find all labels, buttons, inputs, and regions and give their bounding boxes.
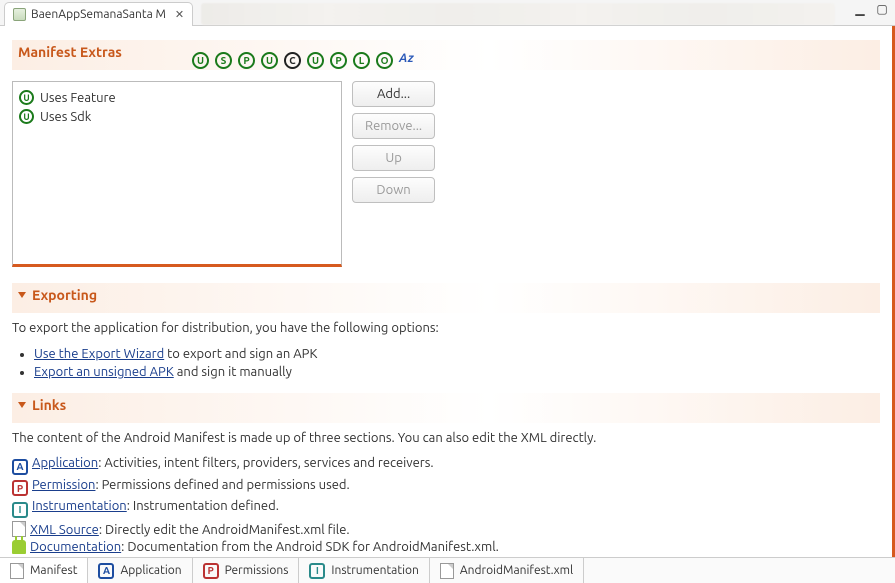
manifest-file-icon — [13, 8, 26, 21]
section-link[interactable]: Instrumentation — [32, 499, 127, 513]
bottom-tab[interactable]: Manifest — [0, 558, 88, 583]
close-tab-icon[interactable]: ✕ — [175, 8, 184, 21]
editor-window: BaenAppSemanaSanta M ✕ ▁ ▢ Manifest Extr… — [0, 0, 895, 583]
manifest-extras-body: U Uses Feature U Uses Sdk Add... Remove... … — [12, 81, 880, 267]
manifest-extras-buttons: Add... Remove... Up Down — [352, 81, 435, 203]
section-title: Manifest Extras — [18, 44, 122, 60]
toolbar-letter-icon[interactable]: P — [238, 52, 255, 69]
maximize-button[interactable]: ▢ — [875, 3, 889, 15]
section-link[interactable]: XML Source — [30, 523, 99, 537]
bottom-tab[interactable]: P Permissions — [193, 558, 300, 583]
exporting-header[interactable]: Exporting — [12, 283, 880, 313]
list-item[interactable]: U Uses Sdk — [19, 107, 335, 126]
section-link[interactable]: Documentation — [30, 540, 121, 554]
section-desc: : Activities, intent filters, providers,… — [98, 456, 433, 470]
manifest-extras-toolbar: USPUCUPLOAz — [192, 52, 880, 69]
links-header[interactable]: Links — [12, 393, 880, 423]
export-option-rest: and sign it manually — [174, 365, 292, 379]
editor-tabbar: BaenAppSemanaSanta M ✕ ▁ ▢ — [0, 0, 895, 26]
section-link[interactable]: Application — [32, 456, 98, 470]
export-option: Export an unsigned APK and sign it manua… — [34, 365, 880, 379]
toolbar-letter-icon[interactable]: L — [353, 52, 370, 69]
tab-letter-icon: A — [98, 563, 114, 579]
uses-icon: U — [19, 90, 34, 105]
toolbar-letter-icon[interactable]: U — [261, 52, 278, 69]
editor-content: Manifest Extras USPUCUPLOAz UUses Featur… — [0, 26, 895, 557]
section-title: Links — [32, 397, 66, 413]
bottom-tab[interactable]: AndroidManifest.xml — [430, 558, 584, 583]
add-button[interactable]: Add... — [352, 81, 435, 107]
tab-letter-icon: I — [309, 563, 325, 579]
toolbar-letter-icon[interactable]: P — [330, 52, 347, 69]
twisty-icon — [18, 402, 26, 408]
manifest-icon — [10, 563, 24, 579]
bottom-tabs: Manifest A Application P Permissions I Instrum… — [0, 557, 895, 583]
section-letter-icon: I — [12, 502, 28, 518]
list-item-label: Uses Sdk — [40, 110, 91, 124]
toolbar-letter-icon[interactable]: O — [376, 52, 393, 69]
section-desc: : Instrumentation defined. — [127, 499, 279, 513]
down-button: Down — [352, 177, 435, 203]
bottom-tab-label: Manifest — [30, 564, 77, 577]
bottom-tab-label: Instrumentation — [331, 564, 418, 577]
sort-az-icon[interactable]: Az — [399, 52, 414, 69]
section-desc: : Permissions defined and permissions us… — [95, 478, 349, 492]
section-letter-icon: A — [12, 459, 28, 475]
section-desc: : Documentation from the Android SDK for… — [121, 540, 499, 554]
exporting-intro: To export the application for distributi… — [12, 321, 880, 335]
toolbar-letter-icon[interactable]: C — [284, 52, 301, 69]
xml-file-icon — [440, 563, 454, 579]
remove-button: Remove... — [352, 113, 435, 139]
links-row: I Instrumentation: Instrumentation define… — [12, 499, 880, 518]
up-button: Up — [352, 145, 435, 171]
xml-file-icon — [12, 521, 26, 537]
section-letter-icon: P — [12, 480, 28, 496]
twisty-icon — [18, 292, 26, 298]
links-row: P Permission: Permissions defined and per… — [12, 478, 880, 497]
minimize-button[interactable]: ▁ — [853, 3, 867, 15]
tab-letter-icon: P — [203, 563, 219, 579]
toolbar-letter-icon[interactable]: U — [307, 52, 324, 69]
toolbar-letter-icon[interactable]: U — [192, 52, 209, 69]
links-row: Documentation: Documentation from the An… — [12, 540, 880, 554]
export-wizard-link[interactable]: Use the Export Wizard — [34, 347, 164, 361]
export-option: Use the Export Wizard to export and sign… — [34, 347, 880, 361]
bottom-tab[interactable]: A Application — [88, 558, 192, 583]
blurred-tabs — [201, 3, 835, 25]
bottom-tab-label: Application — [120, 564, 181, 577]
links-list: A Application: Activities, intent filters… — [12, 453, 880, 557]
android-icon — [12, 540, 26, 554]
manifest-extras-list[interactable]: U Uses Feature U Uses Sdk — [12, 81, 342, 267]
uses-icon: U — [19, 109, 34, 124]
exporting-options: Use the Export Wizard to export and sign… — [34, 343, 880, 383]
list-item[interactable]: U Uses Feature — [19, 88, 335, 107]
links-intro: The content of the Android Manifest is m… — [12, 431, 880, 445]
toolbar-letter-icon[interactable]: S — [215, 52, 232, 69]
section-link[interactable]: Permission — [32, 478, 95, 492]
bottom-tab-label: Permissions — [225, 564, 289, 577]
export-option-rest: to export and sign an APK — [164, 347, 317, 361]
section-desc: : Directly edit the AndroidManifest.xml … — [99, 523, 350, 537]
window-controls: ▁ ▢ — [853, 3, 889, 15]
tab-title: BaenAppSemanaSanta M — [31, 8, 166, 21]
export-unsigned-link[interactable]: Export an unsigned APK — [34, 365, 174, 379]
links-row: XML Source: Directly edit the AndroidMan… — [12, 521, 880, 537]
links-row: A Application: Activities, intent filters… — [12, 456, 880, 475]
bottom-tab[interactable]: I Instrumentation — [299, 558, 429, 583]
list-item-label: Uses Feature — [40, 91, 116, 105]
section-title: Exporting — [32, 287, 97, 303]
editor-tab[interactable]: BaenAppSemanaSanta M ✕ — [4, 2, 193, 26]
bottom-tab-label: AndroidManifest.xml — [460, 564, 573, 577]
